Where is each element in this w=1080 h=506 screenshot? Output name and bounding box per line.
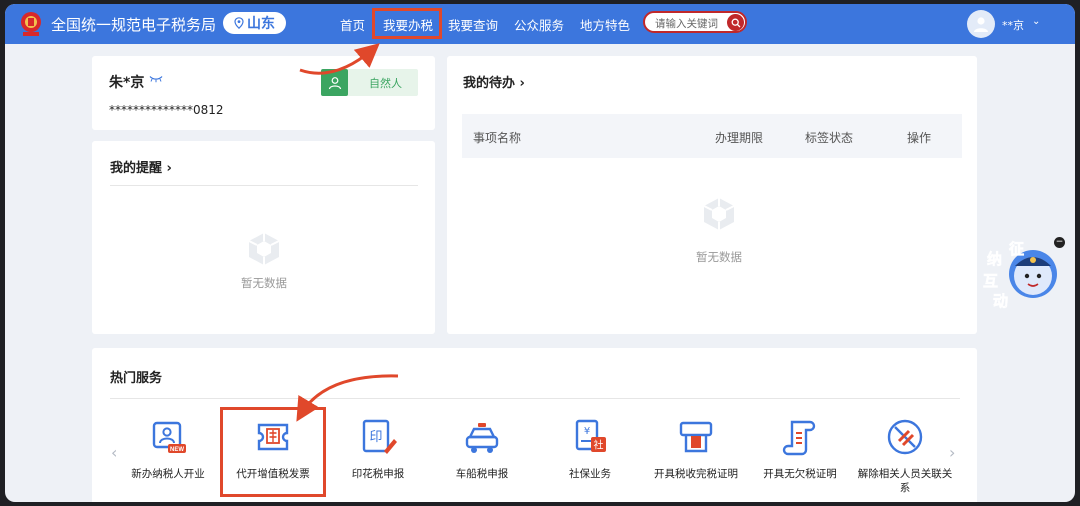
nav-public-service[interactable]: 公众服务 — [514, 15, 564, 34]
empty-box-icon — [703, 198, 735, 230]
identity-tag: 自然人 — [321, 69, 418, 96]
chevron-left-icon[interactable]: ‹ — [111, 443, 117, 462]
service-label: 社保业务 — [569, 468, 611, 480]
stamp-tax-icon: 印 — [362, 419, 397, 454]
col-actions: 操作 — [907, 131, 932, 145]
unlink-relationship-icon — [887, 419, 923, 455]
service-stamp-tax[interactable]: 印 印花税申报 — [328, 417, 428, 481]
service-vehicle-tax[interactable]: 车船税申报 — [432, 417, 532, 481]
chevron-down-icon[interactable]: ⌄ — [1032, 16, 1040, 27]
site-title[interactable]: 全国统一规范电子税务局 — [51, 14, 216, 35]
eye-closed-icon[interactable] — [149, 75, 163, 83]
service-label: 新办纳税人开业 — [131, 468, 205, 480]
search-button[interactable] — [727, 14, 744, 31]
mascot-char-1: 征 — [1009, 240, 1024, 258]
reminders-empty-text: 暂无数据 — [241, 276, 287, 290]
svg-text:¥: ¥ — [584, 426, 590, 437]
service-label: 印花税申报 — [351, 468, 405, 480]
mascot-char-4: 动 — [993, 292, 1008, 310]
social-security-icon: ¥ 社 — [575, 419, 606, 452]
todo-empty-text: 暂无数据 — [696, 250, 742, 264]
mascot-char-3: 互 — [983, 272, 998, 290]
todo-title[interactable]: 我的待办 › — [463, 72, 525, 91]
service-label: 开具税收完税证明 — [654, 468, 738, 480]
reminders-title[interactable]: 我的提醒 › — [110, 157, 172, 176]
service-social-security[interactable]: ¥ 社 社保业务 — [540, 417, 640, 481]
hot-services-title: 热门服务 — [110, 371, 163, 386]
highlight-nav-handle-tax — [372, 8, 442, 39]
col-item-name: 事项名称 — [473, 131, 522, 145]
highlight-vat-invoice — [220, 407, 326, 497]
divider — [110, 185, 418, 186]
tax-payment-certificate-icon — [679, 421, 713, 453]
close-icon[interactable]: − — [1054, 237, 1065, 248]
new-taxpayer-icon: NEW — [152, 421, 186, 453]
profile-card: 朱*京 **************0812 自然人 — [92, 56, 435, 130]
top-header: 全国统一规范电子税务局 山东 首页 我要办税 我要查询 公众服务 地方特色 请输… — [5, 4, 1075, 44]
interaction-mascot[interactable]: 征 纳 互 动 — [975, 234, 1065, 314]
nav-local-features[interactable]: 地方特色 — [580, 15, 630, 34]
nav-query[interactable]: 我要查询 — [448, 15, 498, 34]
person-icon — [321, 69, 348, 96]
vehicle-tax-icon — [465, 423, 499, 453]
user-name[interactable]: **京 — [1002, 17, 1024, 33]
service-new-taxpayer[interactable]: NEW 新办纳税人开业 — [118, 417, 218, 481]
col-deadline: 办理期限 — [715, 131, 764, 145]
search-input[interactable]: 请输入关键词 — [655, 16, 718, 31]
region-selector[interactable]: 山东 — [223, 12, 286, 34]
identity-tag-label: 自然人 — [369, 77, 402, 90]
empty-box-icon — [248, 233, 280, 265]
divider — [110, 398, 960, 399]
todo-table-header: 事项名称 办理期限 标签状态 操作 — [462, 114, 962, 158]
service-no-arrears-certificate[interactable]: 开具无欠税证明 — [750, 417, 850, 481]
no-arrears-certificate-icon — [782, 420, 816, 456]
user-icon — [974, 17, 988, 32]
mascot-char-2: 纳 — [987, 250, 1002, 268]
svg-text:NEW: NEW — [170, 447, 184, 453]
service-label: 解除相关人员关联关系 — [857, 468, 953, 494]
location-pin-icon — [234, 17, 244, 29]
region-label: 山东 — [247, 16, 275, 32]
service-label: 车船税申报 — [455, 468, 509, 480]
service-tax-payment-certificate[interactable]: 开具税收完税证明 — [646, 417, 746, 481]
service-label: 开具无欠税证明 — [763, 468, 837, 480]
service-unlink-relationship[interactable]: 解除相关人员关联关系 — [855, 417, 955, 495]
user-avatar[interactable] — [967, 10, 995, 38]
profile-id-number: **************0812 — [109, 103, 224, 117]
tax-emblem-icon[interactable] — [17, 10, 45, 38]
search-box[interactable]: 请输入关键词 — [643, 11, 747, 33]
todo-card: 我的待办 › 事项名称 办理期限 标签状态 操作 暂无数据 — [447, 56, 977, 334]
profile-name: 朱*京 — [109, 75, 145, 91]
col-tag-status: 标签状态 — [805, 131, 854, 145]
search-icon — [731, 18, 740, 27]
svg-text:社: 社 — [594, 439, 604, 452]
reminders-card: 我的提醒 › 暂无数据 — [92, 141, 435, 334]
svg-text:印: 印 — [369, 430, 382, 445]
app-window: 全国统一规范电子税务局 山东 首页 我要办税 我要查询 公众服务 地方特色 请输… — [5, 4, 1075, 502]
nav-home[interactable]: 首页 — [340, 15, 365, 34]
